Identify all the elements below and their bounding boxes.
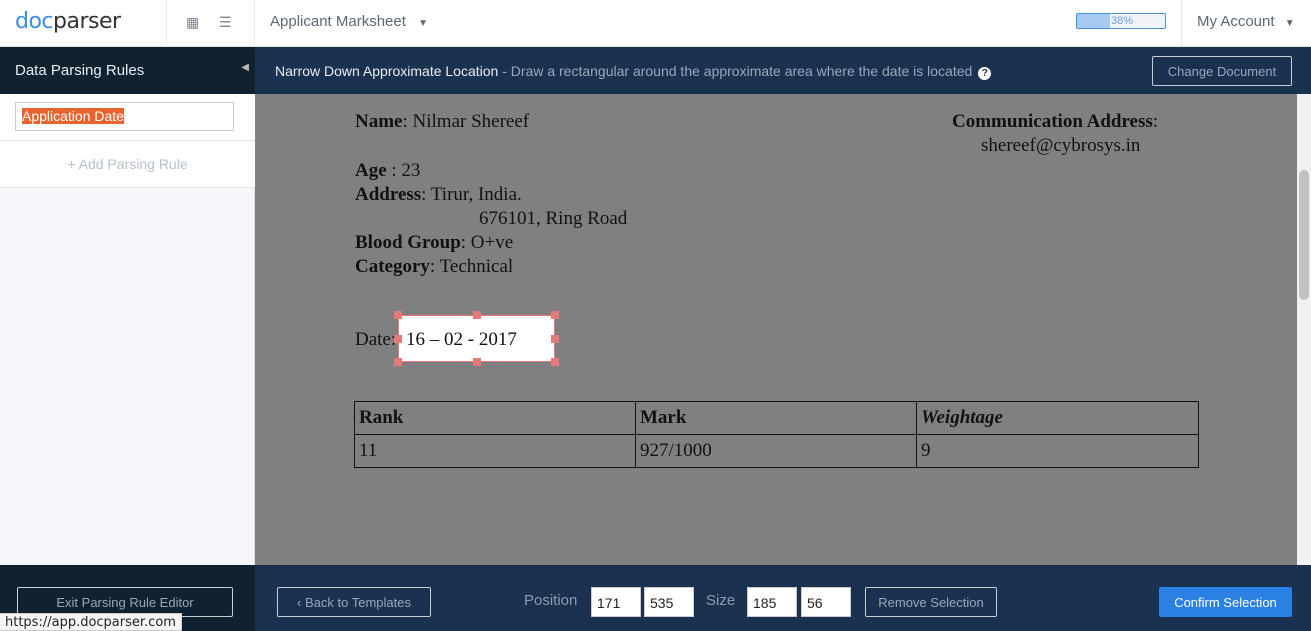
size-height-input[interactable]: 56 xyxy=(801,587,851,617)
step-title: Narrow Down Approximate Location xyxy=(275,63,499,79)
cell-rank: 11 xyxy=(354,434,636,468)
status-bar-url: https://app.docparser.com xyxy=(0,613,182,631)
position-label: Position xyxy=(524,592,578,609)
header-mark: Mark xyxy=(640,407,687,428)
confirm-selection-button[interactable]: Confirm Selection xyxy=(1159,587,1292,617)
colon: : xyxy=(1152,111,1159,132)
position-x-input[interactable]: 171 xyxy=(591,587,641,617)
category-label: Category xyxy=(355,256,430,277)
address-line1: : Tirur, India. xyxy=(421,184,522,205)
change-document-button[interactable]: Change Document xyxy=(1152,56,1292,86)
resize-handle[interactable] xyxy=(551,311,559,319)
size-width-input[interactable]: 185 xyxy=(747,587,797,617)
comm-label: Communication Address xyxy=(952,111,1153,132)
help-icon[interactable]: ? xyxy=(978,67,992,80)
back-to-templates-button[interactable]: ‹ Back to Templates xyxy=(277,587,431,617)
progress-fill xyxy=(1077,14,1111,28)
cell-weightage: 9 xyxy=(916,434,1199,468)
resize-handle[interactable] xyxy=(551,358,559,366)
caret-down-icon: ▼ xyxy=(418,18,428,29)
chevron-left-icon: ‹ xyxy=(297,595,305,610)
scrollbar-thumb[interactable] xyxy=(1299,170,1309,300)
resize-handle[interactable] xyxy=(551,335,559,343)
header-weightage: Weightage xyxy=(921,407,1003,428)
date-value: 16 – 02 - 2017 xyxy=(406,329,517,350)
age-label: Age xyxy=(355,160,387,181)
selection-rectangle[interactable]: 16 – 02 - 2017 xyxy=(398,315,555,362)
blood-value: : O+ve xyxy=(460,232,514,253)
table-header-row: Rank Mark Weightage xyxy=(354,401,1199,435)
grid-view-icon[interactable]: ▦ xyxy=(186,14,199,31)
position-y-input[interactable]: 535 xyxy=(644,587,694,617)
email-value: shereef@cybrosys.in xyxy=(981,135,1141,156)
document-preview[interactable]: Name: Nilmar Shereef Communication Addre… xyxy=(255,94,1297,565)
divider xyxy=(254,0,255,47)
collapse-icon[interactable]: ◀ xyxy=(241,62,249,73)
resize-handle[interactable] xyxy=(394,311,402,319)
cell-mark: 927/1000 xyxy=(635,434,917,468)
step-subtitle: - Draw a rectangular around the approxim… xyxy=(498,63,973,79)
table-row: 11 927/1000 9 xyxy=(354,434,1199,468)
divider xyxy=(166,0,167,47)
rule-name-input[interactable]: Application Date xyxy=(15,102,234,131)
top-bar: docparser ▦ ☰ Applicant Marksheet ▼ 38% … xyxy=(0,0,1311,47)
address-label: Address xyxy=(355,184,422,205)
quota-progress-bar: 38% xyxy=(1076,13,1166,29)
sidebar: Application Date + Add Parsing Rule xyxy=(0,94,255,565)
resize-handle[interactable] xyxy=(473,311,481,319)
rule-item: Application Date xyxy=(0,94,255,141)
caret-down-icon: ▼ xyxy=(1284,18,1295,29)
my-account-dropdown[interactable]: My Account ▼ xyxy=(1197,13,1295,30)
sidebar-header: Data Parsing Rules ◀ xyxy=(0,47,255,94)
date-label: Date: xyxy=(355,329,397,350)
age-value: : 23 xyxy=(386,160,421,181)
category-value: : Technical xyxy=(429,256,514,277)
docparser-logo[interactable]: docparser xyxy=(15,9,121,34)
blood-label: Blood Group xyxy=(355,232,461,253)
size-label: Size xyxy=(706,592,736,609)
resize-handle[interactable] xyxy=(394,358,402,366)
name-label: Name xyxy=(355,111,403,132)
add-parsing-rule-button[interactable]: + Add Parsing Rule xyxy=(0,141,255,188)
scrollbar[interactable] xyxy=(1297,94,1311,565)
template-dropdown[interactable]: Applicant Marksheet ▼ xyxy=(270,13,428,30)
remove-selection-button[interactable]: Remove Selection xyxy=(865,587,997,617)
resize-handle[interactable] xyxy=(473,358,481,366)
name-value: : Nilmar Shereef xyxy=(402,111,530,132)
address-line2: 676101, Ring Road xyxy=(479,208,628,229)
marks-table: Rank Mark Weightage 11 927/1000 9 xyxy=(354,401,1199,468)
header-rank: Rank xyxy=(359,407,404,428)
divider xyxy=(1181,0,1182,47)
list-view-icon[interactable]: ☰ xyxy=(219,14,232,31)
resize-handle[interactable] xyxy=(394,335,402,343)
